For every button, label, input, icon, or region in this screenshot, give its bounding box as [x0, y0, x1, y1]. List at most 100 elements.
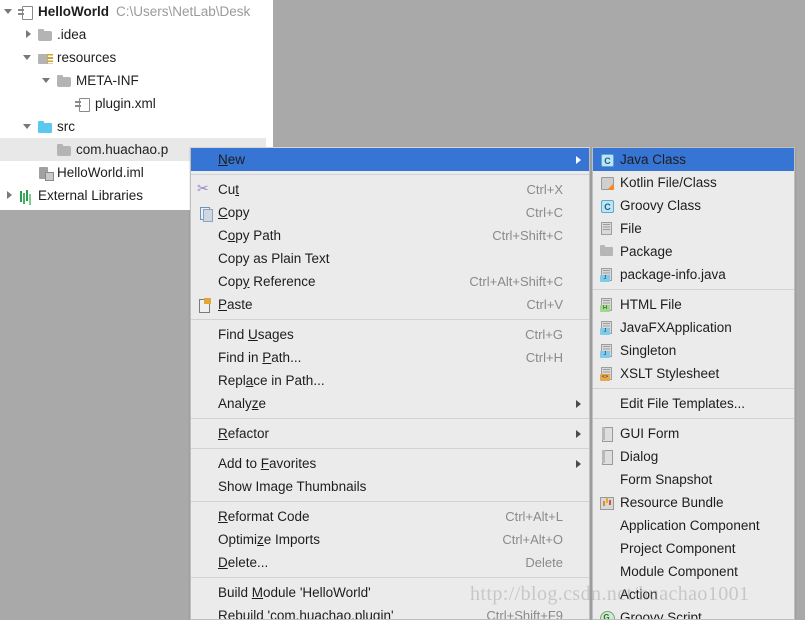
menu-item[interactable]: Paste Ctrl+V — [191, 293, 589, 316]
java-file-icon: J — [599, 267, 615, 283]
icon-glyph: C — [600, 153, 614, 167]
icon-glyph: J — [600, 320, 614, 335]
menu-item-icon-placeholder — [599, 396, 615, 412]
mnemonic-char: D — [218, 555, 228, 570]
tree-row[interactable]: META-INF — [0, 69, 273, 92]
submenu-item[interactable]: Action — [593, 583, 794, 606]
menu-item[interactable]: Copy Path Ctrl+Shift+C — [191, 224, 589, 247]
icon-glyph — [600, 221, 614, 236]
tree-row-path: C:\Users\NetLab\Desk — [116, 4, 251, 19]
submenu-item[interactable]: <> XSLT Stylesheet — [593, 362, 794, 385]
tree-twisty-spacer — [61, 98, 72, 109]
submenu-arrow-icon — [571, 155, 581, 165]
menu-item[interactable]: New — [191, 148, 589, 171]
submenu-item[interactable]: C Java Class — [593, 148, 794, 171]
submenu-item[interactable]: Project Component — [593, 537, 794, 560]
submenu-item[interactable]: Jpackage-info.java — [593, 263, 794, 286]
file-lines — [603, 223, 610, 230]
submenu-item[interactable]: Dialog — [593, 445, 794, 468]
menu-item[interactable]: Cut Ctrl+X — [191, 178, 589, 201]
submenu-item[interactable]: Groovy Script — [593, 606, 794, 620]
html-file-icon: H — [599, 297, 615, 313]
submenu-arrow-spacer — [571, 611, 581, 620]
menu-item[interactable]: Delete... Delete — [191, 551, 589, 574]
icon-glyph: C — [600, 199, 614, 213]
menu-item[interactable]: Refactor — [191, 422, 589, 445]
submenu-arrow-spacer — [571, 208, 581, 218]
submenu-arrow-spacer — [571, 254, 581, 264]
kotlin-badge — [601, 176, 614, 190]
menu-item[interactable]: Copy Reference Ctrl+Alt+Shift+C — [191, 270, 589, 293]
tree-row-label: src — [57, 119, 75, 134]
menu-item[interactable]: Find Usages Ctrl+G — [191, 323, 589, 346]
mnemonic-char: a — [245, 373, 254, 388]
tree-twisty-down-icon[interactable] — [42, 75, 53, 86]
submenu-item[interactable]: File — [593, 217, 794, 240]
submenu-item[interactable]: Application Component — [593, 514, 794, 537]
submenu-item[interactable]: Package — [593, 240, 794, 263]
tree-row[interactable]: resources — [0, 46, 273, 69]
submenu-item-label: Module Component — [620, 564, 738, 579]
tree-row-label: resources — [57, 50, 117, 65]
menu-item-label: Show Image Thumbnails — [218, 479, 367, 494]
tree-twisty-right-icon[interactable] — [23, 29, 34, 40]
iml-icon — [37, 165, 54, 181]
menu-item[interactable]: Add to Favorites — [191, 452, 589, 475]
tree-twisty-down-icon[interactable] — [4, 6, 15, 17]
menu-item-accelerator: Ctrl+C — [525, 205, 563, 220]
menu-item-label: Find in Path... — [218, 350, 302, 365]
menu-item[interactable]: Replace in Path... — [191, 369, 589, 392]
tree-row[interactable]: src — [0, 115, 273, 138]
new-submenu[interactable]: C Java Class Kotlin File/Class C Groovy Clas… — [592, 147, 795, 620]
submenu-arrow-icon — [571, 429, 581, 439]
tree-twisty-down-icon[interactable] — [23, 52, 34, 63]
menu-item-label: Add to Favorites — [218, 456, 317, 471]
tree-row[interactable]: .idea — [0, 23, 273, 46]
file-type-tag: J — [600, 274, 610, 282]
submenu-arrow-spacer — [571, 588, 581, 598]
menu-item[interactable]: Analyze — [191, 392, 589, 415]
submenu-item-label: Groovy Script — [620, 610, 702, 620]
menu-item[interactable]: Show Image Thumbnails — [191, 475, 589, 498]
menu-item[interactable]: Find in Path... Ctrl+H — [191, 346, 589, 369]
menu-item[interactable]: Build Module 'HelloWorld' — [191, 581, 589, 604]
menu-item[interactable]: Copy as Plain Text — [191, 247, 589, 270]
menu-item-label: Rebuild 'com.huachao.plugin' — [218, 608, 470, 619]
submenu-item[interactable]: Resource Bundle — [593, 491, 794, 514]
mnemonic-char: R — [218, 426, 228, 441]
submenu-item[interactable]: J JavaFXApplication — [593, 316, 794, 339]
tree-row[interactable]: HelloWorld C:\Users\NetLab\Desk — [0, 0, 273, 23]
tree-row[interactable]: plugin.xml — [0, 92, 273, 115]
context-menu[interactable]: New Cut Ctrl+X Copy Ctrl+C Copy Path Ctrl+Shif… — [190, 147, 590, 620]
tree-row-label: .idea — [57, 27, 87, 42]
menu-item-accelerator: Delete — [525, 555, 563, 570]
menu-item-icon-placeholder — [197, 479, 213, 495]
submenu-arrow-spacer — [571, 376, 581, 386]
menu-item-icon-placeholder — [599, 541, 615, 557]
menu-separator — [191, 448, 589, 449]
submenu-item[interactable]: Module Component — [593, 560, 794, 583]
submenu-item[interactable]: Kotlin File/Class — [593, 171, 794, 194]
tree-twisty-down-icon[interactable] — [23, 121, 34, 132]
menu-item-accelerator: Ctrl+H — [525, 350, 563, 365]
icon-glyph: H — [600, 297, 614, 312]
kotlin-file-icon — [599, 175, 615, 191]
menu-item[interactable]: Optimize Imports Ctrl+Alt+O — [191, 528, 589, 551]
submenu-item[interactable]: C Groovy Class — [593, 194, 794, 217]
submenu-arrow-spacer — [571, 185, 581, 195]
submenu-item[interactable]: H HTML File — [593, 293, 794, 316]
submenu-item[interactable]: J Singleton — [593, 339, 794, 362]
submenu-item[interactable]: Edit File Templates... — [593, 392, 794, 415]
submenu-arrow-spacer — [571, 330, 581, 340]
menu-item[interactable]: Rebuild 'com.huachao.plugin' Ctrl+Shift+F… — [191, 604, 589, 620]
tree-row-label: External Libraries — [38, 188, 144, 203]
icon-glyph — [600, 611, 614, 620]
submenu-item[interactable]: GUI Form — [593, 422, 794, 445]
menu-item[interactable]: Reformat Code Ctrl+Alt+L — [191, 505, 589, 528]
menu-item[interactable]: Copy Ctrl+C — [191, 201, 589, 224]
tree-twisty-right-icon[interactable] — [4, 190, 15, 201]
submenu-item[interactable]: Form Snapshot — [593, 468, 794, 491]
menu-item-label: Copy Reference — [218, 274, 316, 289]
java-file-icon: J — [599, 320, 615, 336]
libraries-icon — [18, 188, 34, 204]
